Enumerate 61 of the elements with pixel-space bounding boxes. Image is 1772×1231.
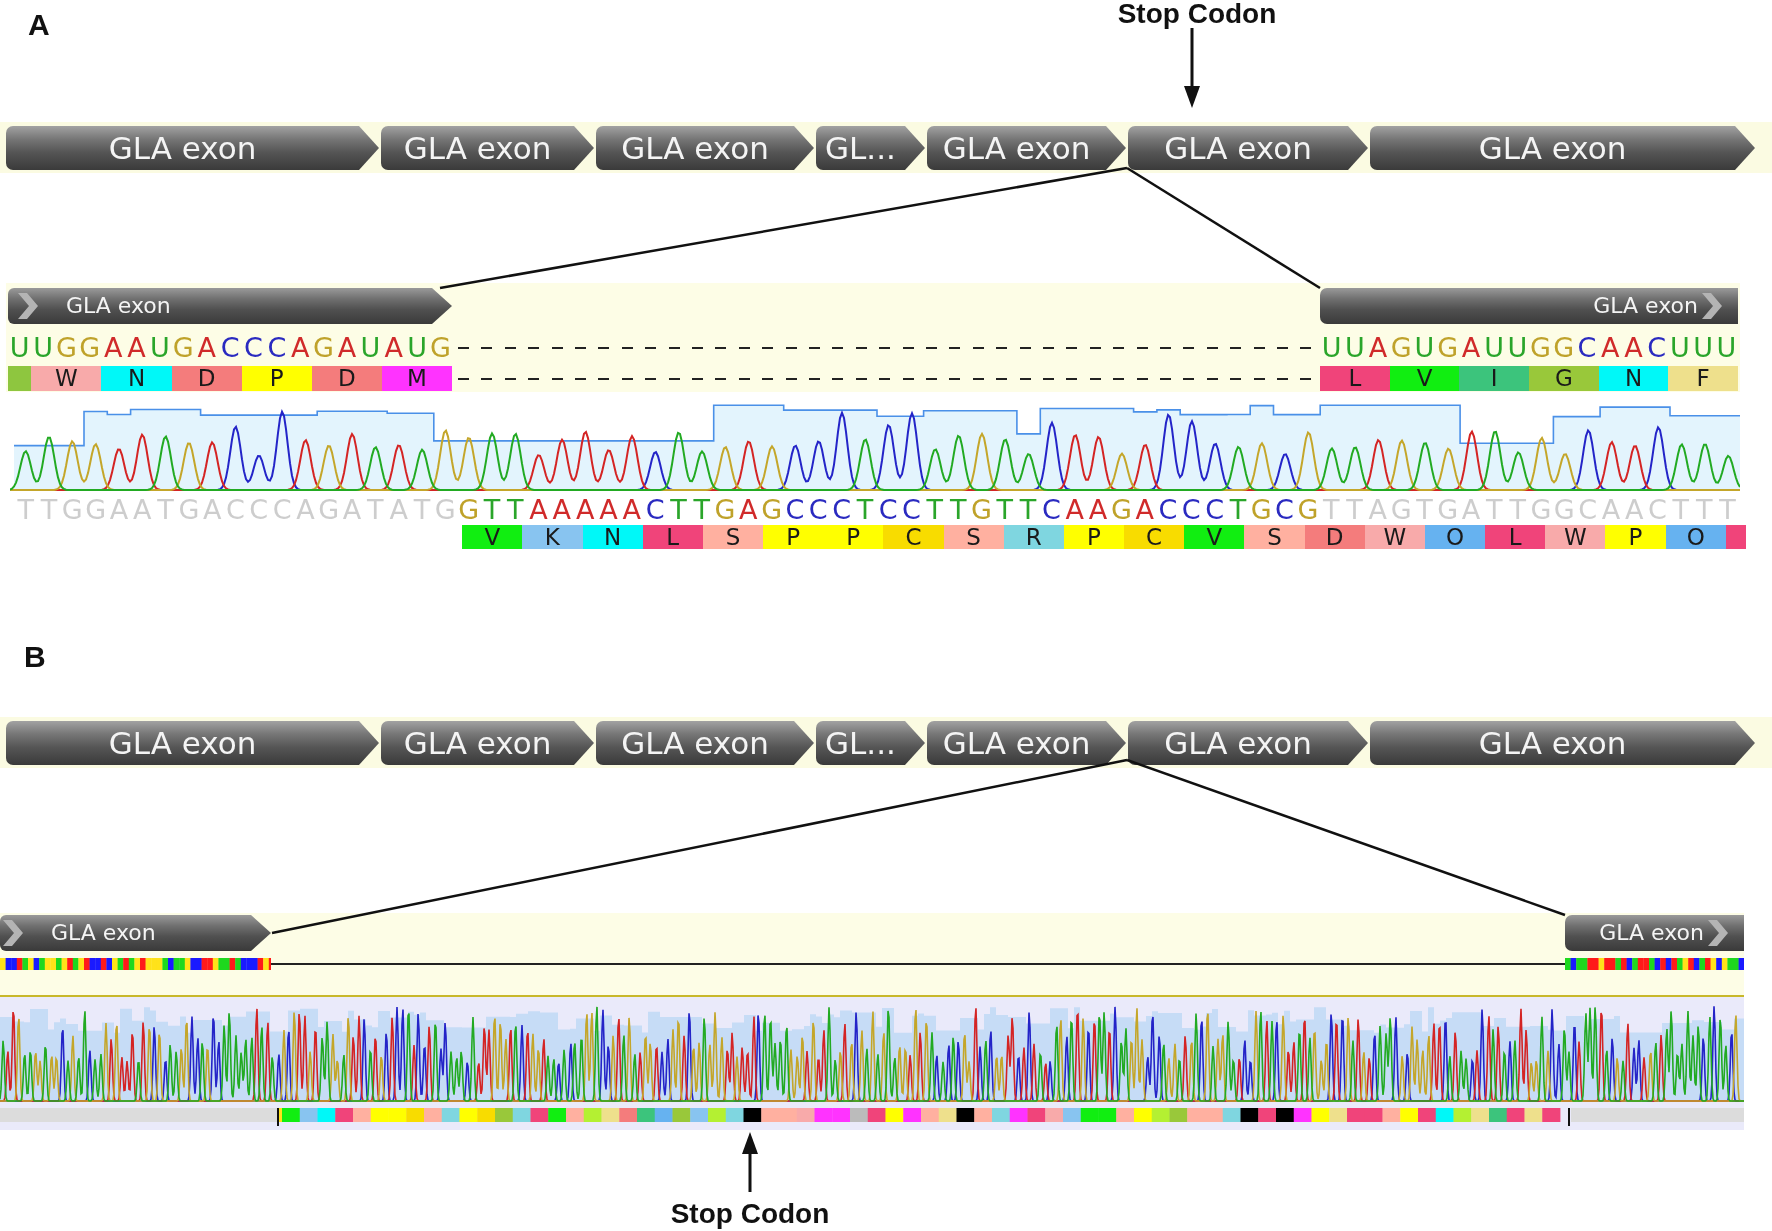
amino-acid-cell: O [1424,525,1486,549]
exon-annotation: GLA exon [596,721,814,765]
chevron-icon [1708,920,1728,946]
amino-acid-cell: N [1598,366,1669,391]
amino-acid-cell: D [171,366,242,391]
exon-annotation: GLA exon [927,721,1126,765]
exon-annotation: GLA exon [1128,126,1368,170]
amino-acid-cell: W [1545,525,1606,549]
panel-label: A [28,8,50,42]
chevron-icon [3,920,23,946]
amino-acid-cell: N [101,366,172,391]
amino-acid-cell: I [1459,366,1529,391]
stop-codon-label: Stop Codon [670,1200,830,1228]
amino-acid-cell: P [1605,525,1666,549]
amino-acid-cell: O [1665,525,1726,549]
exon-annotation: GLA exon [381,721,594,765]
exon-annotation: GL... [816,126,925,170]
exon-annotation: GLA exon [1128,721,1368,765]
amino-acid-cell: W [31,366,102,391]
exon-label: GLA exon [1599,920,1704,946]
amino-acid-cell: P [1063,525,1125,549]
amino-acid-cell: V [1184,525,1245,549]
exon-label: GLA exon [1593,293,1698,319]
amino-acid-cell: D [1304,525,1365,549]
exon-label: GLA exon [66,293,171,319]
amino-acid-cell: G [1529,366,1599,391]
amino-acid-cell: P [763,525,824,549]
amino-acid-cell: M [381,366,453,391]
amino-acid-cell: V [1389,366,1460,391]
exon-annotation: GLA exon [927,126,1126,170]
amino-acid-cell: S [943,525,1004,549]
exon-annotation: GL... [816,721,925,765]
amino-acid-cell: L [1320,366,1390,391]
amino-acid-cell: R [1003,525,1064,549]
chevron-icon [18,293,38,319]
exon-annotation: GLA exon [6,721,379,765]
amino-acid-cell: L [642,525,703,549]
amino-acid-cell: P [823,525,884,549]
amino-acid-cell: C [883,525,944,549]
amino-acid-cell: D [311,366,382,391]
amino-acid-cell: C [1124,525,1185,549]
amino-acid-cell: W [1364,525,1425,549]
exon-annotation: GLA exon [596,126,814,170]
amino-acid-cell: F [1668,366,1739,391]
amino-acid-cell: N [582,525,643,549]
amino-acid-cell: L [1485,525,1546,549]
exon-label: GLA exon [51,920,156,946]
exon-annotation: GLA exon [1370,721,1755,765]
amino-acid-cell: V [462,525,523,549]
exon-annotation: GLA exon [6,126,379,170]
amino-acid-cell: S [702,525,763,549]
chevron-icon [1702,293,1722,319]
panel-label: B [24,640,46,674]
exon-annotation: GLA exon [381,126,594,170]
amino-acid-cell: K [522,525,583,549]
amino-acid-cell: S [1244,525,1305,549]
up-arrow-icon [742,1132,758,1192]
amino-acid-cell: P [241,366,312,391]
exon-annotation: GLA exon [1370,126,1755,170]
stop-codon-label: Stop Codon [1117,0,1277,28]
down-arrow-icon [1184,28,1200,108]
